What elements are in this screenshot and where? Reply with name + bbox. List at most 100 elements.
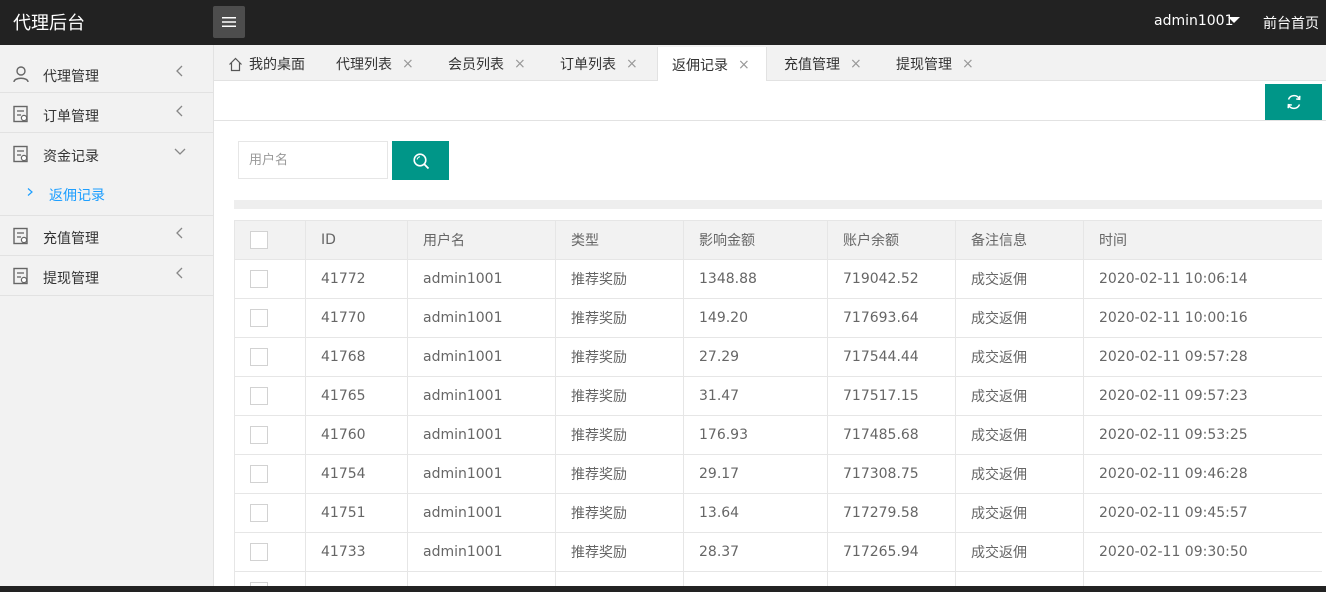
sidebar-item-label: 资金记录 — [43, 149, 99, 165]
cell-remark: 成交返佣 — [955, 415, 1084, 455]
column-header: 类型 — [555, 220, 684, 260]
cell-username: admin1001 — [407, 337, 556, 377]
hamburger-icon — [222, 17, 236, 27]
cell-amount: 176.93 — [683, 415, 828, 455]
sidebar-item-withdraw-management[interactable]: 提现管理 — [0, 256, 213, 296]
cell-amount: 149.20 — [683, 298, 828, 338]
row-select-cell — [234, 454, 306, 494]
row-checkbox[interactable] — [250, 348, 268, 366]
cell-amount: 29.17 — [683, 454, 828, 494]
cell-amount: 13.64 — [683, 493, 828, 533]
row-checkbox[interactable] — [250, 309, 268, 327]
refresh-button[interactable] — [1265, 84, 1322, 120]
cell-balance: 717693.64 — [827, 298, 956, 338]
close-icon[interactable]: × — [738, 57, 750, 73]
sidebar-subitem-commission-records[interactable]: 返佣记录 — [0, 173, 213, 216]
tab-agent-list[interactable]: 代理列表 × — [336, 47, 414, 81]
cell-remark: 成交返佣 — [955, 532, 1084, 572]
sidebar-item-agent-management[interactable]: 代理管理 — [0, 45, 213, 93]
row-checkbox[interactable] — [250, 543, 268, 561]
divider-bar — [234, 200, 1322, 209]
close-icon[interactable]: × — [402, 56, 414, 72]
refresh-icon — [1286, 94, 1301, 110]
close-icon[interactable]: × — [850, 56, 862, 72]
row-select-cell — [234, 415, 306, 455]
table-header-row: ID 用户名 类型 影响金额 账户余额 备注信息 时间 — [234, 220, 1322, 260]
front-page-link[interactable]: 前台首页 — [1263, 13, 1319, 33]
row-select-cell — [234, 376, 306, 416]
bottom-edge-bar — [0, 586, 1326, 592]
table-row: 41768 admin1001 推荐奖励 27.29 717544.44 成交返… — [234, 337, 1322, 377]
sidebar-item-recharge-management[interactable]: 充值管理 — [0, 216, 213, 256]
cell-time: 2020-02-11 10:00:16 — [1083, 298, 1322, 338]
sidebar-item-order-management[interactable]: 订单管理 — [0, 93, 213, 133]
chevron-left-icon — [176, 227, 183, 239]
cell-remark: 成交返佣 — [955, 493, 1084, 533]
cell-balance: 717308.75 — [827, 454, 956, 494]
tab-member-list[interactable]: 会员列表 × — [448, 47, 526, 81]
column-header: 备注信息 — [955, 220, 1084, 260]
tab-recharge-management[interactable]: 充值管理 × — [784, 47, 862, 81]
cell-time: 2020-02-11 09:46:28 — [1083, 454, 1322, 494]
row-select-cell — [234, 298, 306, 338]
menu-toggle-button[interactable] — [213, 6, 245, 38]
close-icon[interactable]: × — [514, 56, 526, 72]
cell-balance: 717517.15 — [827, 376, 956, 416]
cell-id: 41768 — [305, 337, 408, 377]
row-select-cell — [234, 532, 306, 572]
cell-amount: 27.29 — [683, 337, 828, 377]
cell-balance: 719042.52 — [827, 259, 956, 299]
cell-type: 推荐奖励 — [555, 259, 684, 299]
select-all-cell — [234, 220, 306, 260]
row-checkbox[interactable] — [250, 387, 268, 405]
column-header: 用户名 — [407, 220, 556, 260]
caret-down-icon[interactable] — [1228, 17, 1240, 23]
cell-username: admin1001 — [407, 532, 556, 572]
tab-withdraw-management[interactable]: 提现管理 × — [896, 47, 974, 81]
row-checkbox[interactable] — [250, 465, 268, 483]
username-search-input[interactable] — [238, 141, 388, 179]
cell-amount: 31.47 — [683, 376, 828, 416]
sidebar: 代理管理 订单管理 资金记录 返佣记录 充值管理 提现管理 — [0, 45, 214, 592]
tab-label: 订单列表 — [560, 57, 616, 73]
row-checkbox[interactable] — [250, 504, 268, 522]
tab-my-desktop[interactable]: 我的桌面 — [228, 47, 305, 81]
sidebar-item-label: 充值管理 — [43, 231, 99, 247]
document-icon — [13, 227, 28, 245]
column-header: ID — [305, 220, 408, 260]
cell-balance: 717265.94 — [827, 532, 956, 572]
user-menu[interactable]: admin1001 — [1154, 13, 1234, 29]
cell-username: admin1001 — [407, 298, 556, 338]
search-button[interactable] — [392, 141, 449, 180]
cell-id: 41754 — [305, 454, 408, 494]
cell-time: 2020-02-11 09:53:25 — [1083, 415, 1322, 455]
column-header: 账户余额 — [827, 220, 956, 260]
brand-title: 代理后台 — [13, 13, 85, 34]
table-row: 41772 admin1001 推荐奖励 1348.88 719042.52 成… — [234, 259, 1322, 299]
chevron-right-icon — [27, 188, 33, 196]
tab-commission-records[interactable]: 返佣记录 × — [657, 47, 767, 82]
row-checkbox[interactable] — [250, 426, 268, 444]
sidebar-item-fund-records[interactable]: 资金记录 — [0, 133, 213, 173]
home-icon — [229, 57, 242, 71]
cell-type: 推荐奖励 — [555, 376, 684, 416]
close-icon[interactable]: × — [626, 56, 638, 72]
cell-remark: 成交返佣 — [955, 298, 1084, 338]
select-all-checkbox[interactable] — [250, 231, 268, 249]
close-icon[interactable]: × — [962, 56, 974, 72]
cell-time: 2020-02-11 09:57:23 — [1083, 376, 1322, 416]
cell-id: 41772 — [305, 259, 408, 299]
cell-amount: 1348.88 — [683, 259, 828, 299]
row-checkbox[interactable] — [250, 270, 268, 288]
cell-time: 2020-02-11 09:45:57 — [1083, 493, 1322, 533]
sidebar-subitem-label: 返佣记录 — [49, 188, 105, 204]
column-header: 时间 — [1083, 220, 1322, 260]
cell-time: 2020-02-11 09:57:28 — [1083, 337, 1322, 377]
table-row: 41754 admin1001 推荐奖励 29.17 717308.75 成交返… — [234, 454, 1322, 494]
cell-remark: 成交返佣 — [955, 376, 1084, 416]
cell-type: 推荐奖励 — [555, 493, 684, 533]
tab-label: 代理列表 — [336, 57, 392, 73]
cell-amount: 28.37 — [683, 532, 828, 572]
tab-label: 返佣记录 — [672, 57, 728, 74]
tab-order-list[interactable]: 订单列表 × — [560, 47, 638, 81]
